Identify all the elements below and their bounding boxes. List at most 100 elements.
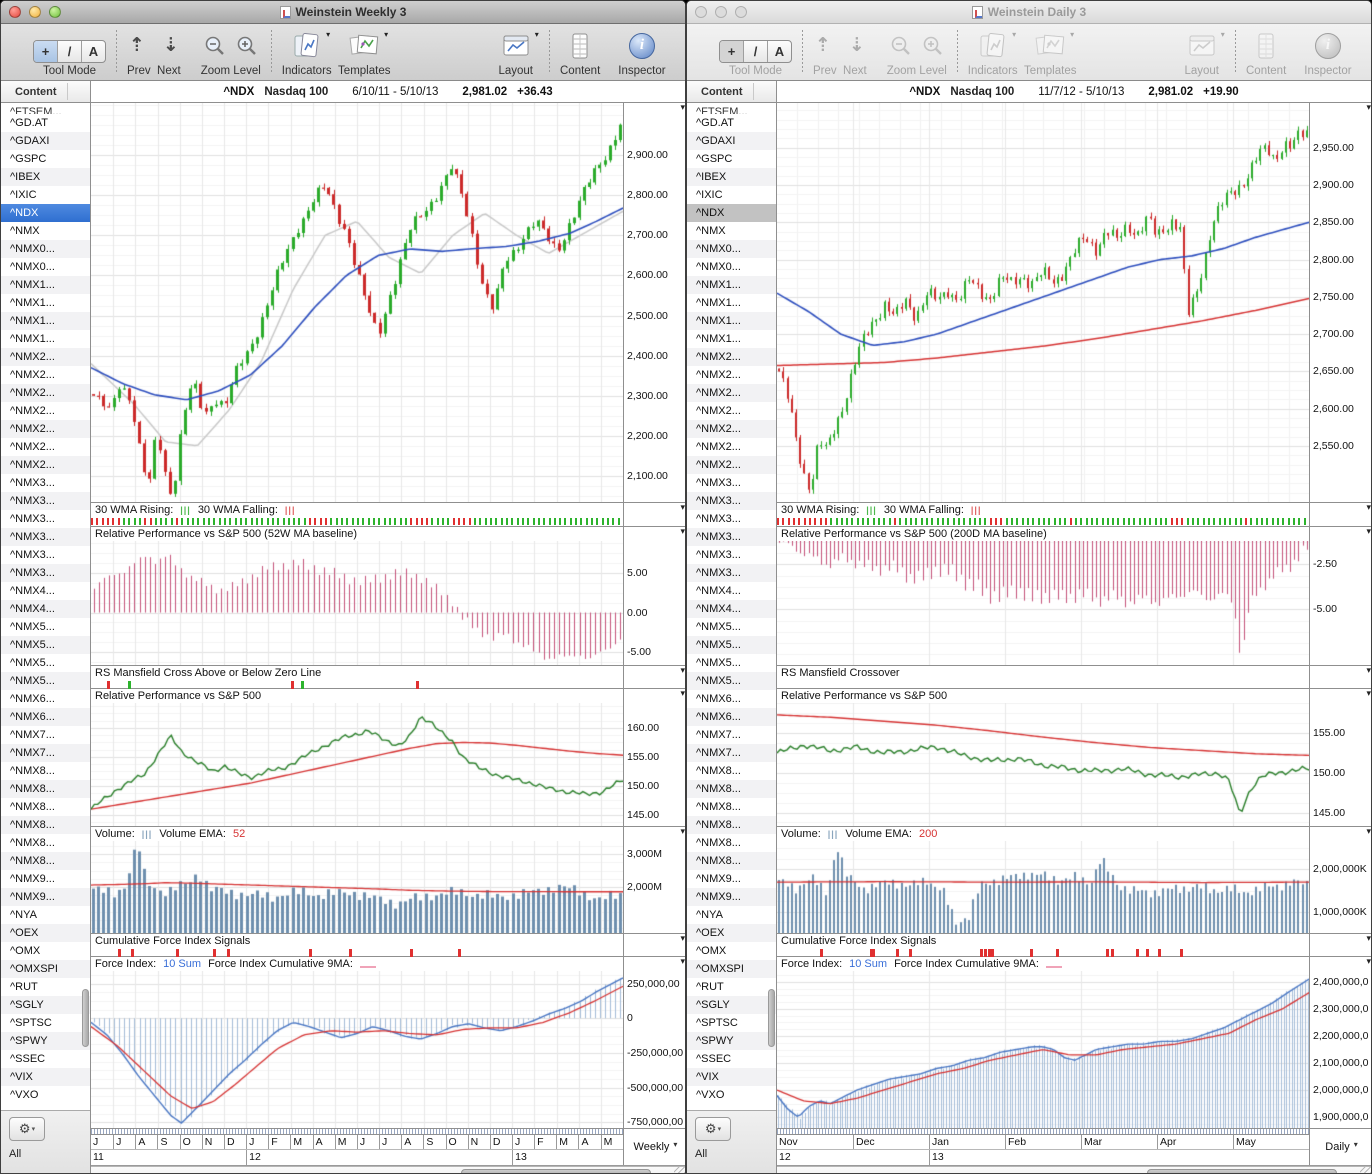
sidebar-item-nmx1[interactable]: ^NMX1...	[687, 312, 776, 330]
sidebar-scrollbar[interactable]	[81, 103, 89, 1110]
sidebar-item-vix[interactable]: ^VIX	[1, 1068, 90, 1086]
content-button[interactable]	[1256, 32, 1276, 60]
sidebar-item-nmx5[interactable]: ^NMX5...	[1, 636, 90, 654]
sidebar-item-nmx2[interactable]: ^NMX2...	[1, 456, 90, 474]
period-dropdown[interactable]: Daily ▾	[1309, 1129, 1371, 1165]
sidebar-item-nmx2[interactable]: ^NMX2...	[1, 384, 90, 402]
resize-grip-icon[interactable]	[1360, 1167, 1371, 1173]
sidebar-item-gdaxi[interactable]: ^GDAXI	[1, 132, 90, 150]
sidebar-item-nmx3[interactable]: ^NMX3...	[1, 564, 90, 582]
sidebar-item-nmx0[interactable]: ^NMX0...	[1, 240, 90, 258]
sidebar-item-oex[interactable]: ^OEX	[1, 924, 90, 942]
templates-button[interactable]: ▾	[348, 30, 388, 60]
layout-button[interactable]: ▾	[501, 30, 539, 60]
indicators-button[interactable]: ▾	[978, 30, 1016, 60]
sidebar-item-spwy[interactable]: ^SPWY	[687, 1032, 776, 1050]
sidebar-item-oex[interactable]: ^OEX	[687, 924, 776, 942]
sidebar-item-omxspi[interactable]: ^OMXSPI	[687, 960, 776, 978]
sidebar-item-omxspi[interactable]: ^OMXSPI	[1, 960, 90, 978]
sidebar-item-nmx3[interactable]: ^NMX3...	[1, 528, 90, 546]
sidebar-item-nmx2[interactable]: ^NMX2...	[687, 366, 776, 384]
rp1-chart-canvas[interactable]	[91, 541, 623, 665]
sidebar-item-ndx[interactable]: ^NDX	[687, 204, 776, 222]
scrollbar-thumb[interactable]	[768, 989, 775, 1048]
scrollbar-thumb[interactable]	[460, 1169, 652, 1173]
volume-chart-canvas[interactable]	[91, 841, 623, 933]
templates-button[interactable]: ▾	[1034, 30, 1074, 60]
sidebar-item-ndx[interactable]: ^NDX	[1, 204, 90, 222]
inspector-icon[interactable]: i	[1314, 32, 1341, 59]
crosshair-tool-button[interactable]: +	[34, 41, 58, 62]
sidebar-item-nmx4[interactable]: ^NMX4...	[1, 582, 90, 600]
scrollbar-thumb[interactable]	[1146, 1169, 1338, 1173]
sidebar-item-nmx2[interactable]: ^NMX2...	[1, 420, 90, 438]
sidebar-item-nmx3[interactable]: ^NMX3...	[687, 474, 776, 492]
sidebar-item-nmx8[interactable]: ^NMX8...	[687, 780, 776, 798]
sidebar-item-nmx8[interactable]: ^NMX8...	[1, 852, 90, 870]
sidebar-item-nmx8[interactable]: ^NMX8...	[687, 852, 776, 870]
sidebar-item-nmx3[interactable]: ^NMX3...	[687, 564, 776, 582]
rp1-chart-canvas[interactable]	[777, 541, 1309, 665]
sidebar-item-nmx5[interactable]: ^NMX5...	[687, 654, 776, 672]
panel-menu-button[interactable]: ▾	[680, 503, 685, 512]
sidebar-item-nmx5[interactable]: ^NMX5...	[1, 654, 90, 672]
sidebar-item-nmx7[interactable]: ^NMX7...	[687, 744, 776, 762]
action-gear-button[interactable]: ⚙ ▾	[9, 1117, 45, 1141]
period-dropdown[interactable]: Weekly ▾	[623, 1129, 685, 1165]
sidebar-item-vix[interactable]: ^VIX	[687, 1068, 776, 1086]
sidebar-item-nmx1[interactable]: ^NMX1...	[1, 330, 90, 348]
panel-menu-button[interactable]: ▾	[1366, 103, 1371, 112]
sidebar-content-header[interactable]: Content	[1, 81, 91, 102]
prev-button[interactable]: ⇡	[815, 35, 831, 57]
line-tool-button[interactable]: /	[744, 41, 768, 62]
force-chart-canvas[interactable]	[777, 971, 1309, 1128]
sidebar-item-nmx4[interactable]: ^NMX4...	[687, 582, 776, 600]
content-button[interactable]	[570, 32, 590, 60]
sidebar-item-ibex[interactable]: ^IBEX	[1, 168, 90, 186]
sidebar-item-nmx6[interactable]: ^NMX6...	[687, 708, 776, 726]
price-chart-canvas[interactable]	[777, 103, 1309, 502]
sidebar-item-nmx2[interactable]: ^NMX2...	[687, 438, 776, 456]
sidebar-item-vxo[interactable]: ^VXO	[1, 1086, 90, 1104]
sidebar-item-nmx7[interactable]: ^NMX7...	[1, 744, 90, 762]
rp2-chart-canvas[interactable]	[777, 703, 1309, 826]
price-chart-canvas[interactable]	[91, 103, 623, 502]
sidebar-content-header[interactable]: Content	[687, 81, 777, 102]
panel-menu-button[interactable]: ▾	[1366, 827, 1371, 836]
sidebar-item-nmx5[interactable]: ^NMX5...	[687, 618, 776, 636]
panel-menu-button[interactable]: ▾	[1366, 666, 1371, 675]
sidebar-item-vxo[interactable]: ^VXO	[687, 1086, 776, 1104]
titlebar[interactable]: Weinstein Daily 3	[687, 1, 1371, 24]
sidebar-item-nmx3[interactable]: ^NMX3...	[687, 510, 776, 528]
layout-button[interactable]: ▾	[1187, 30, 1225, 60]
sidebar-item-nmx[interactable]: ^NMX	[1, 222, 90, 240]
sidebar-item-nmx8[interactable]: ^NMX8...	[1, 762, 90, 780]
sidebar-item-ssec[interactable]: ^SSEC	[687, 1050, 776, 1068]
zoom-in-button[interactable]	[922, 32, 944, 60]
panel-menu-button[interactable]: ▾	[680, 934, 685, 943]
symbol-list[interactable]: ^FTSEM... ^GD.AT ^GDAXI ^GSPC ^IBEX ^IXIC ^NDX…	[1, 103, 90, 1110]
sidebar-item-nmx3[interactable]: ^NMX3...	[687, 546, 776, 564]
sidebar-item-nmx4[interactable]: ^NMX4...	[687, 600, 776, 618]
sidebar-item-ssec[interactable]: ^SSEC	[1, 1050, 90, 1068]
sidebar-item-nmx7[interactable]: ^NMX7...	[687, 726, 776, 744]
sidebar-item-partial[interactable]: ^FTSEM...	[1, 103, 90, 114]
force-chart-canvas[interactable]	[91, 971, 623, 1128]
sidebar-item-nmx5[interactable]: ^NMX5...	[687, 636, 776, 654]
sidebar-item-nmx5[interactable]: ^NMX5...	[687, 672, 776, 690]
sidebar-item-nmx2[interactable]: ^NMX2...	[1, 438, 90, 456]
sidebar-item-nmx8[interactable]: ^NMX8...	[687, 816, 776, 834]
panel-menu-button[interactable]: ▾	[680, 689, 685, 698]
sidebar-item-sgly[interactable]: ^SGLY	[1, 996, 90, 1014]
sidebar-item-nmx5[interactable]: ^NMX5...	[1, 672, 90, 690]
symbol-list[interactable]: ^FTSEM... ^GD.AT ^GDAXI ^GSPC ^IBEX ^IXIC ^NDX…	[687, 103, 776, 1110]
prev-button[interactable]: ⇡	[129, 35, 145, 57]
panel-menu-button[interactable]: ▾	[1366, 957, 1371, 966]
sidebar-scrollbar[interactable]	[767, 103, 775, 1110]
text-tool-button[interactable]: A	[768, 41, 791, 62]
resize-grip-icon[interactable]	[674, 1167, 685, 1173]
sidebar-item-gspc[interactable]: ^GSPC	[687, 150, 776, 168]
sidebar-item-gspc[interactable]: ^GSPC	[1, 150, 90, 168]
sidebar-item-nmx2[interactable]: ^NMX2...	[687, 456, 776, 474]
sidebar-item-nmx3[interactable]: ^NMX3...	[1, 492, 90, 510]
